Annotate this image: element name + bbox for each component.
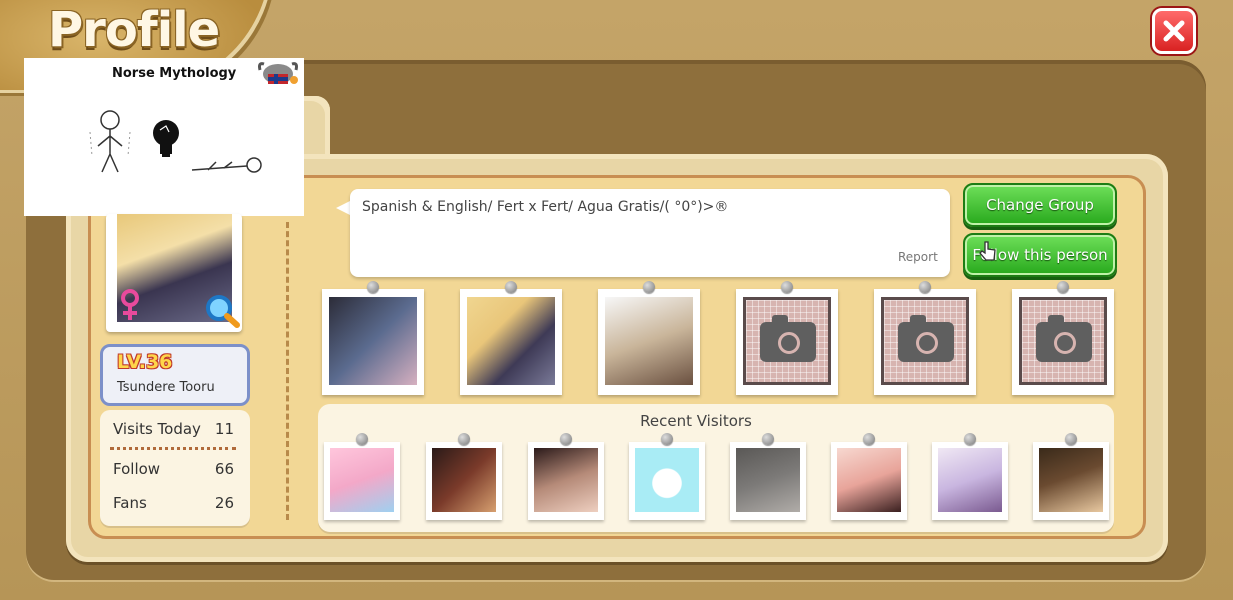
dashed-separator	[286, 222, 289, 520]
pin-icon	[781, 281, 793, 293]
visitor-avatar[interactable]	[730, 442, 806, 520]
photo-slot-empty[interactable]	[736, 289, 838, 395]
pin-icon	[643, 281, 655, 293]
visitor-image	[432, 448, 496, 512]
pin-icon	[964, 433, 976, 445]
stats-divider	[110, 447, 236, 450]
stat-visits-value: 11	[214, 420, 234, 438]
visitor-avatar[interactable]	[426, 442, 502, 520]
photo-slot[interactable]	[598, 289, 700, 395]
photo-thumbnail	[605, 297, 693, 385]
ad-title: Norse Mythology	[112, 66, 237, 81]
bio-text: Spanish & English/ Fert x Fert/ Agua Gra…	[362, 199, 729, 215]
photo-slot-empty[interactable]	[1012, 289, 1114, 395]
lying-figure-icon	[191, 157, 262, 173]
visitor-image	[1039, 448, 1103, 512]
username: Tsundere Tooru	[117, 380, 215, 395]
recent-visitors-heading: Recent Visitors	[640, 412, 752, 430]
pin-icon	[1057, 281, 1069, 293]
photo-slot[interactable]	[322, 289, 424, 395]
change-group-button[interactable]: Change Group	[963, 183, 1117, 227]
photo-slot-empty[interactable]	[874, 289, 976, 395]
pin-icon	[367, 281, 379, 293]
visitor-image	[635, 448, 699, 512]
visitor-image	[837, 448, 901, 512]
close-button[interactable]	[1152, 8, 1196, 54]
viking-helmet-icon	[258, 62, 298, 84]
stat-fans-value: 26	[214, 494, 234, 512]
level-badge: LV.36	[117, 351, 173, 373]
female-icon	[121, 289, 139, 320]
stat-visits-label: Visits Today	[113, 420, 201, 438]
visitor-avatar[interactable]	[324, 442, 400, 520]
camera-icon	[760, 315, 816, 362]
close-icon	[1163, 20, 1185, 42]
visitor-avatar[interactable]	[528, 442, 604, 520]
photo-thumbnail	[467, 297, 555, 385]
pin-icon	[356, 433, 368, 445]
pin-icon	[661, 433, 673, 445]
photo-slot[interactable]	[460, 289, 562, 395]
magnifier-icon[interactable]	[204, 294, 240, 328]
pin-icon	[1065, 433, 1077, 445]
empty-photo	[1019, 297, 1107, 385]
visitor-avatar[interactable]	[629, 442, 705, 520]
camera-icon	[898, 315, 954, 362]
visitor-avatar[interactable]	[831, 442, 907, 520]
pin-icon	[505, 281, 517, 293]
visitor-avatar[interactable]	[932, 442, 1008, 520]
page-title: Profile	[48, 2, 220, 58]
pin-icon	[458, 433, 470, 445]
lightbulb-icon	[153, 120, 179, 157]
empty-photo	[881, 297, 969, 385]
pointer-hand-icon	[979, 241, 996, 261]
stat-fans-label: Fans	[113, 494, 147, 512]
empty-photo	[743, 297, 831, 385]
camera-icon	[1036, 315, 1092, 362]
stick-figure-icon	[89, 110, 131, 173]
visitor-image	[938, 448, 1002, 512]
visitor-image	[534, 448, 598, 512]
visitor-avatar[interactable]	[1033, 442, 1109, 520]
pin-icon	[863, 433, 875, 445]
pin-icon	[560, 433, 572, 445]
pin-icon	[919, 281, 931, 293]
report-link[interactable]: Report	[898, 250, 938, 264]
stat-follow-value: 66	[214, 460, 234, 478]
stat-follow-label: Follow	[113, 460, 161, 478]
visitor-image	[330, 448, 394, 512]
photo-thumbnail	[329, 297, 417, 385]
pin-icon	[762, 433, 774, 445]
visitor-image	[736, 448, 800, 512]
